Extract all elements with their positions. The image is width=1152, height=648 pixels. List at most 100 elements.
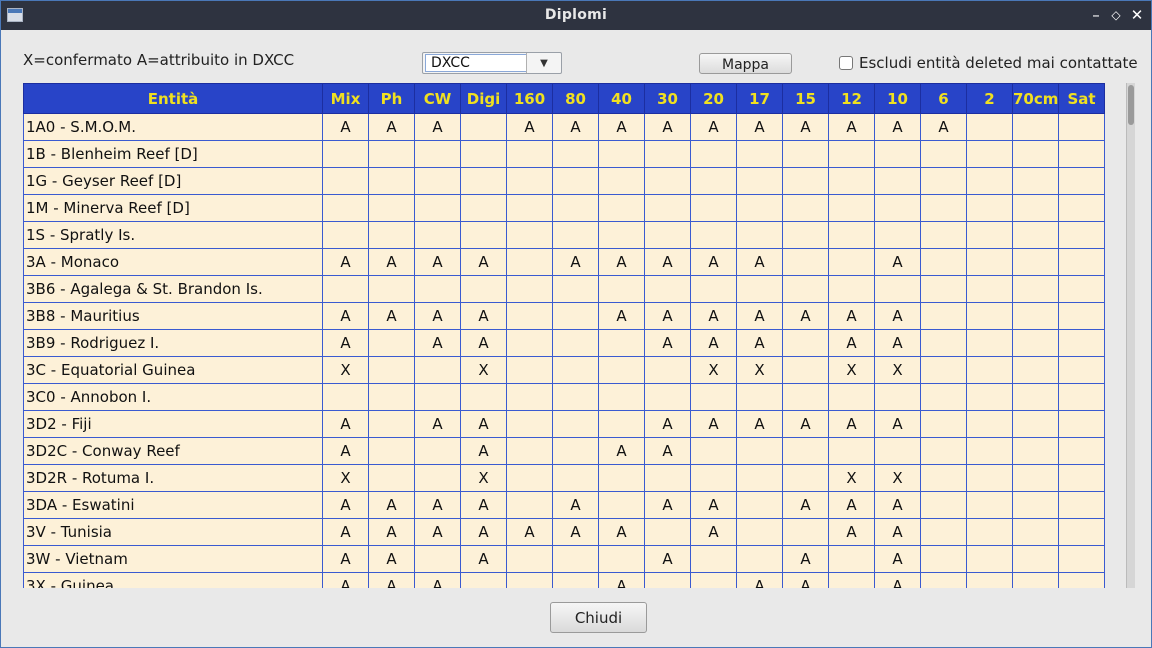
column-header-entity[interactable]: Entità bbox=[23, 83, 323, 114]
status-cell[interactable]: A bbox=[736, 248, 783, 276]
status-cell[interactable] bbox=[552, 545, 599, 573]
status-cell[interactable] bbox=[644, 140, 691, 168]
table-row[interactable]: 3C - Equatorial Guinea X X X X X X bbox=[23, 356, 1105, 384]
status-cell[interactable] bbox=[782, 329, 829, 357]
status-cell[interactable] bbox=[828, 437, 875, 465]
table-row[interactable]: 3C0 - Annobon I. bbox=[23, 383, 1105, 411]
status-cell[interactable] bbox=[920, 140, 967, 168]
status-cell[interactable] bbox=[1058, 167, 1105, 195]
status-cell[interactable]: A bbox=[460, 248, 507, 276]
status-cell[interactable]: A bbox=[414, 410, 461, 438]
status-cell[interactable] bbox=[1058, 572, 1105, 588]
status-cell[interactable] bbox=[552, 410, 599, 438]
status-cell[interactable]: A bbox=[414, 113, 461, 141]
status-cell[interactable] bbox=[782, 248, 829, 276]
status-cell[interactable] bbox=[828, 167, 875, 195]
status-cell[interactable]: A bbox=[736, 113, 783, 141]
status-cell[interactable] bbox=[414, 464, 461, 492]
map-button[interactable]: Mappa bbox=[699, 53, 792, 74]
table-row[interactable]: 3D2R - Rotuma I. X X X X bbox=[23, 464, 1105, 492]
status-cell[interactable]: A bbox=[414, 302, 461, 330]
status-cell[interactable]: A bbox=[736, 572, 783, 588]
status-cell[interactable] bbox=[506, 194, 553, 222]
status-cell[interactable] bbox=[598, 221, 645, 249]
status-cell[interactable]: A bbox=[460, 329, 507, 357]
status-cell[interactable] bbox=[966, 410, 1013, 438]
status-cell[interactable] bbox=[644, 221, 691, 249]
award-select[interactable]: DXCC ▼ bbox=[422, 52, 562, 74]
status-cell[interactable] bbox=[736, 194, 783, 222]
status-cell[interactable] bbox=[1058, 329, 1105, 357]
status-cell[interactable]: A bbox=[368, 491, 415, 519]
status-cell[interactable] bbox=[1012, 437, 1059, 465]
status-cell[interactable] bbox=[1058, 221, 1105, 249]
entity-cell[interactable]: 3V - Tunisia bbox=[23, 518, 323, 546]
status-cell[interactable]: A bbox=[644, 545, 691, 573]
status-cell[interactable] bbox=[1058, 518, 1105, 546]
status-cell[interactable] bbox=[322, 167, 369, 195]
status-cell[interactable] bbox=[322, 383, 369, 411]
status-cell[interactable] bbox=[920, 410, 967, 438]
entity-cell[interactable]: 3C - Equatorial Guinea bbox=[23, 356, 323, 384]
status-cell[interactable]: A bbox=[460, 302, 507, 330]
status-cell[interactable] bbox=[552, 437, 599, 465]
status-cell[interactable] bbox=[1012, 572, 1059, 588]
status-cell[interactable] bbox=[966, 113, 1013, 141]
status-cell[interactable]: A bbox=[460, 545, 507, 573]
status-cell[interactable] bbox=[644, 464, 691, 492]
status-cell[interactable]: A bbox=[414, 491, 461, 519]
status-cell[interactable] bbox=[506, 275, 553, 303]
status-cell[interactable] bbox=[920, 248, 967, 276]
entity-cell[interactable]: 1G - Geyser Reef [D] bbox=[23, 167, 323, 195]
column-header-cw[interactable]: CW bbox=[414, 83, 461, 114]
status-cell[interactable]: A bbox=[920, 113, 967, 141]
status-cell[interactable] bbox=[506, 329, 553, 357]
status-cell[interactable]: X bbox=[736, 356, 783, 384]
minimize-icon[interactable]: – bbox=[1086, 4, 1106, 26]
status-cell[interactable] bbox=[1058, 194, 1105, 222]
status-cell[interactable]: A bbox=[322, 410, 369, 438]
status-cell[interactable]: X bbox=[460, 464, 507, 492]
status-cell[interactable] bbox=[782, 356, 829, 384]
status-cell[interactable] bbox=[920, 572, 967, 588]
status-cell[interactable] bbox=[1012, 356, 1059, 384]
table-row[interactable]: 3V - Tunisia A A A A A A A A A A bbox=[23, 518, 1105, 546]
status-cell[interactable] bbox=[368, 329, 415, 357]
status-cell[interactable] bbox=[1012, 464, 1059, 492]
status-cell[interactable]: A bbox=[322, 545, 369, 573]
status-cell[interactable] bbox=[1012, 518, 1059, 546]
status-cell[interactable]: A bbox=[828, 410, 875, 438]
status-cell[interactable] bbox=[506, 356, 553, 384]
status-cell[interactable]: A bbox=[644, 248, 691, 276]
status-cell[interactable]: A bbox=[690, 248, 737, 276]
status-cell[interactable] bbox=[736, 437, 783, 465]
table-row[interactable]: 3W - Vietnam A A A A A A bbox=[23, 545, 1105, 573]
column-header-70cm[interactable]: 70cm bbox=[1012, 83, 1059, 114]
status-cell[interactable] bbox=[552, 221, 599, 249]
status-cell[interactable]: A bbox=[460, 437, 507, 465]
status-cell[interactable] bbox=[966, 302, 1013, 330]
status-cell[interactable] bbox=[414, 221, 461, 249]
status-cell[interactable] bbox=[828, 140, 875, 168]
status-cell[interactable] bbox=[1058, 302, 1105, 330]
status-cell[interactable] bbox=[460, 275, 507, 303]
status-cell[interactable] bbox=[736, 491, 783, 519]
status-cell[interactable]: X bbox=[874, 464, 921, 492]
status-cell[interactable] bbox=[644, 275, 691, 303]
status-cell[interactable] bbox=[1058, 113, 1105, 141]
status-cell[interactable] bbox=[644, 194, 691, 222]
status-cell[interactable] bbox=[414, 275, 461, 303]
status-cell[interactable] bbox=[736, 140, 783, 168]
status-cell[interactable] bbox=[828, 572, 875, 588]
status-cell[interactable] bbox=[322, 194, 369, 222]
column-header-40[interactable]: 40 bbox=[598, 83, 645, 114]
status-cell[interactable] bbox=[368, 383, 415, 411]
status-cell[interactable]: A bbox=[690, 410, 737, 438]
status-cell[interactable] bbox=[966, 221, 1013, 249]
status-cell[interactable]: A bbox=[782, 545, 829, 573]
status-cell[interactable] bbox=[782, 194, 829, 222]
status-cell[interactable]: A bbox=[644, 437, 691, 465]
status-cell[interactable] bbox=[920, 518, 967, 546]
status-cell[interactable] bbox=[506, 545, 553, 573]
status-cell[interactable] bbox=[828, 383, 875, 411]
